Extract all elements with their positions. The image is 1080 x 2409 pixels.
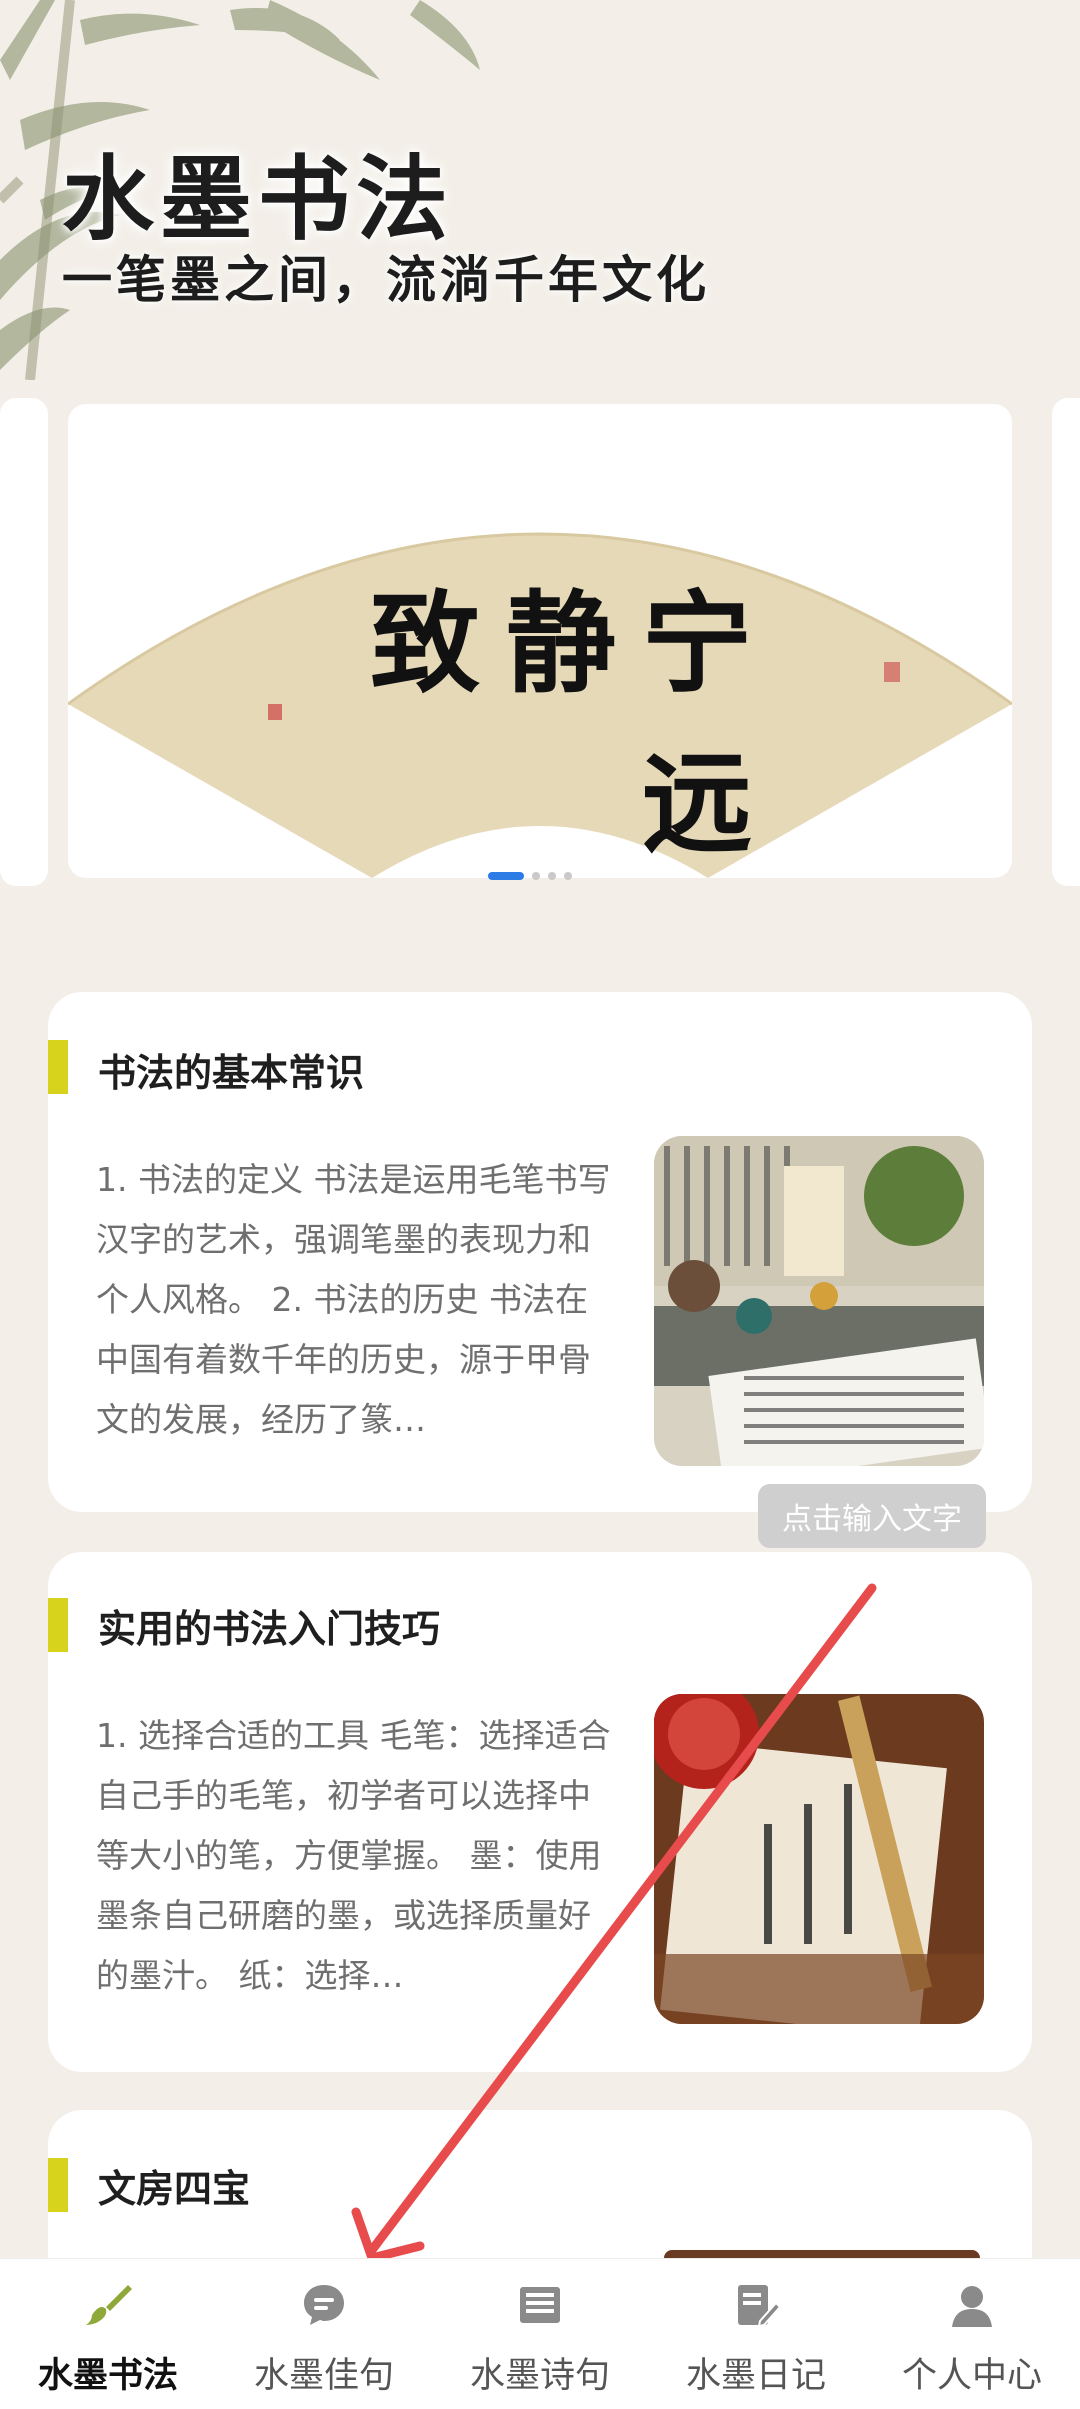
tab-ink-poems[interactable]: 水墨诗句 (432, 2259, 648, 2409)
tab-label: 水墨佳句 (253, 2356, 394, 2396)
card-thumbnail[interactable] (654, 1136, 984, 1466)
tab-ink-diary[interactable]: 水墨日记 (648, 2259, 864, 2409)
card-summary: 1. 书法的定义 书法是运用毛笔书写汉字的艺术，强调笔墨的表现力和个人风格。 2… (96, 1160, 611, 1439)
brush-icon (86, 2285, 132, 2325)
bottom-tab-bar: 水墨书法 水墨佳句 水墨诗句 水墨日记 个人中心 (0, 2258, 1080, 2409)
carousel-dot (564, 872, 572, 880)
chat-bubble-icon (304, 2285, 344, 2325)
article-card[interactable]: 实用的书法入门技巧 1. 选择合适的工具 毛笔：选择适合自己手的毛笔，初学者可以… (48, 1552, 1032, 2072)
article-card[interactable]: 书法的基本常识 1. 书法的定义 书法是运用毛笔书写汉字的艺术，强调笔墨的表现力… (48, 992, 1032, 1512)
card-title: 书法的基本常识 (98, 1051, 365, 1095)
banner-next-peek[interactable] (1052, 398, 1080, 886)
card-accent-bar (48, 2158, 68, 2212)
card-title: 实用的书法入门技巧 (98, 1607, 441, 1651)
banner-carousel[interactable]: 宁静致远 (68, 404, 1012, 878)
card-title: 文房四宝 (98, 2167, 251, 2211)
page-subtitle: 一笔墨之间，流淌千年文化 (62, 251, 710, 309)
tab-label: 水墨诗句 (469, 2356, 610, 2396)
note-edit-icon (738, 2285, 780, 2328)
tab-label: 水墨日记 (685, 2356, 826, 2396)
card-summary: 1. 选择合适的工具 毛笔：选择适合自己手的毛笔，初学者可以选择中等大小的笔，方… (96, 1716, 611, 1995)
tab-label: 个人中心 (901, 2356, 1042, 2396)
newspaper-icon (520, 2287, 560, 2323)
input-tooltip[interactable]: 点击输入文字 (758, 1484, 986, 1548)
banner-previous-peek[interactable] (0, 398, 48, 886)
card-accent-bar (48, 1040, 68, 1094)
page-title: 水墨书法 (62, 146, 455, 253)
carousel-dot (532, 872, 540, 880)
tab-label: 水墨书法 (37, 2356, 178, 2396)
tab-ink-calligraphy[interactable]: 水墨书法 (0, 2259, 216, 2409)
carousel-dot-active (488, 872, 524, 880)
user-icon (952, 2286, 992, 2327)
carousel-dot (548, 872, 556, 880)
card-thumbnail[interactable] (654, 1694, 984, 2024)
tab-profile[interactable]: 个人中心 (864, 2259, 1080, 2409)
card-accent-bar (48, 1598, 68, 1652)
fan-calligraphy-text: 宁静致远 (370, 579, 778, 868)
tab-ink-quotes[interactable]: 水墨佳句 (216, 2259, 432, 2409)
